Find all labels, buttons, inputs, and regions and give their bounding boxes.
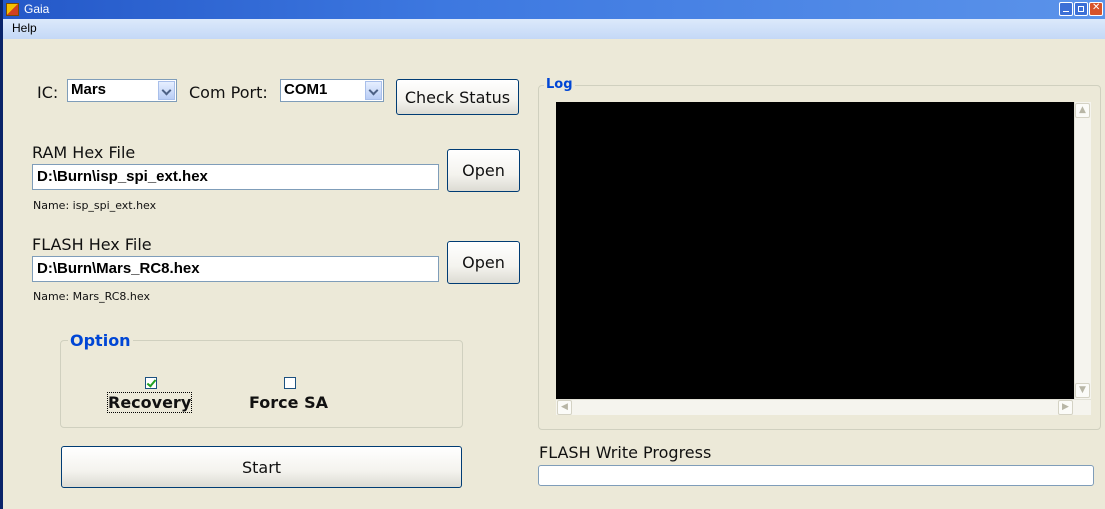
- close-icon: ✕: [1092, 2, 1101, 13]
- maximize-button[interactable]: [1074, 2, 1088, 16]
- comport-select[interactable]: COM1: [280, 79, 384, 102]
- chevron-down-icon[interactable]: [365, 81, 382, 100]
- menu-bar: Help: [3, 19, 1105, 39]
- ram-hex-label: RAM Hex File: [32, 143, 136, 162]
- close-button[interactable]: ✕: [1089, 2, 1103, 16]
- ram-hex-path-input[interactable]: D:\Burn\isp_spi_ext.hex: [32, 164, 439, 190]
- log-group-title: Log: [544, 77, 575, 92]
- force-sa-checkbox[interactable]: [284, 377, 296, 389]
- comport-label: Com Port:: [189, 83, 268, 102]
- flash-hex-label: FLASH Hex File: [32, 235, 152, 254]
- caption-buttons: ✕: [1059, 2, 1103, 16]
- app-icon: [6, 3, 19, 16]
- log-horizontal-scrollbar[interactable]: ◀ ▶: [556, 399, 1091, 415]
- flash-hex-name: Name: Mars_RC8.hex: [33, 290, 150, 303]
- menu-help[interactable]: Help: [12, 21, 37, 35]
- ram-hex-name: Name: isp_spi_ext.hex: [33, 199, 157, 212]
- ram-open-button[interactable]: Open: [447, 149, 520, 192]
- scroll-down-icon[interactable]: ▼: [1075, 383, 1090, 398]
- checkmark-icon: [146, 377, 157, 388]
- chevron-down-icon[interactable]: [158, 81, 175, 100]
- recovery-label[interactable]: Recovery: [106, 392, 193, 413]
- log-vertical-scrollbar[interactable]: ▲ ▼: [1074, 102, 1091, 399]
- force-sa-label[interactable]: Force SA: [249, 393, 328, 412]
- main-window: Gaia ✕ Help IC: Mars Com Port: COM1 Chec…: [0, 0, 1105, 509]
- minimize-icon: [1063, 11, 1069, 13]
- flash-write-progress-bar: [538, 465, 1094, 486]
- flash-progress-label: FLASH Write Progress: [539, 443, 712, 462]
- scroll-left-icon[interactable]: ◀: [557, 400, 572, 415]
- comport-select-value: COM1: [284, 81, 328, 98]
- log-textarea[interactable]: [556, 102, 1074, 415]
- minimize-button[interactable]: [1059, 2, 1073, 16]
- check-status-button[interactable]: Check Status: [396, 79, 519, 115]
- recovery-checkbox[interactable]: [145, 377, 157, 389]
- flash-hex-path-value: D:\Burn\Mars_RC8.hex: [37, 260, 200, 277]
- scroll-up-icon[interactable]: ▲: [1075, 103, 1090, 118]
- flash-hex-path-input[interactable]: D:\Burn\Mars_RC8.hex: [32, 256, 439, 282]
- scroll-right-icon[interactable]: ▶: [1058, 400, 1073, 415]
- ic-select-value: Mars: [71, 81, 107, 98]
- ic-label: IC:: [37, 83, 59, 102]
- maximize-icon: [1078, 6, 1084, 12]
- option-group: [60, 340, 463, 428]
- ram-hex-path-value: D:\Burn\isp_spi_ext.hex: [37, 168, 208, 185]
- ic-select[interactable]: Mars: [67, 79, 177, 102]
- option-group-title: Option: [68, 331, 133, 350]
- flash-open-button[interactable]: Open: [447, 241, 520, 284]
- window-title: Gaia: [24, 2, 50, 16]
- start-button[interactable]: Start: [61, 446, 462, 488]
- title-bar[interactable]: Gaia ✕: [3, 0, 1105, 19]
